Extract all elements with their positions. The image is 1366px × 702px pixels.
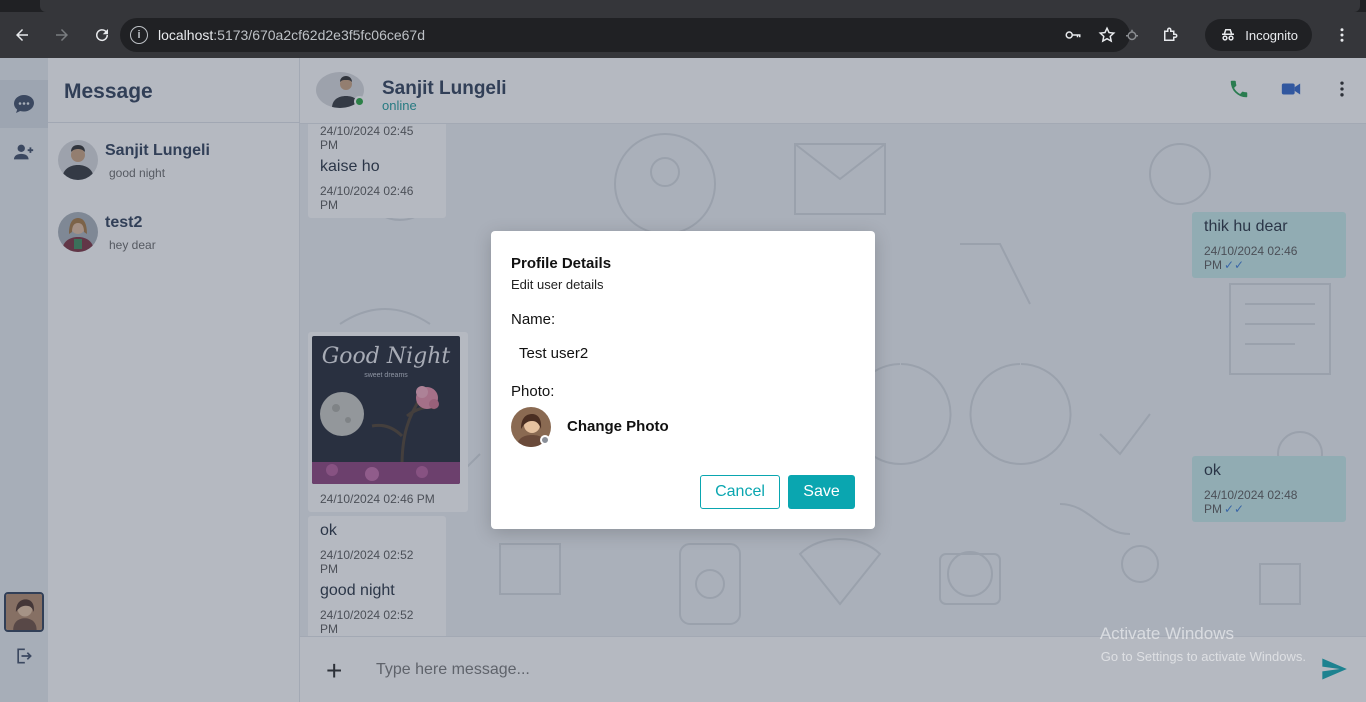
browser-tabstrip: [0, 0, 1366, 12]
key-icon[interactable]: [1064, 26, 1082, 44]
activation-watermark-title: Activate Windows: [1099, 624, 1234, 643]
modal-title: Profile Details: [511, 255, 612, 272]
forward-icon[interactable]: [44, 17, 80, 53]
name-input[interactable]: [511, 339, 855, 367]
modal-subtitle: Edit user details: [511, 277, 604, 292]
profile-details-modal: Profile Details Edit user details Name: …: [491, 231, 875, 529]
cancel-button[interactable]: Cancel: [700, 475, 780, 509]
reload-icon[interactable]: [84, 17, 120, 53]
extension-bug-icon[interactable]: [1123, 26, 1141, 44]
bookmark-star-icon[interactable]: [1098, 26, 1116, 44]
incognito-label: Incognito: [1245, 27, 1298, 43]
address-bar[interactable]: i localhost:5173/670a2cf62d2e3f5fc06ce67…: [120, 18, 1130, 52]
change-photo-button[interactable]: Change Photo: [567, 418, 669, 435]
incognito-icon: [1222, 29, 1235, 41]
url-host: localhost: [158, 27, 214, 43]
extensions-puzzle-icon[interactable]: [1161, 26, 1179, 44]
url-path: :5173/670a2cf62d2e3f5fc06ce67d: [213, 27, 426, 43]
activation-watermark-text: Go to Settings to activate Windows.: [1100, 649, 1306, 664]
url-text[interactable]: localhost:5173/670a2cf62d2e3f5fc06ce67d: [158, 27, 425, 43]
site-info-icon[interactable]: i: [130, 26, 148, 44]
browser-toolbar: i localhost:5173/670a2cf62d2e3f5fc06ce67…: [0, 12, 1366, 58]
name-label: Name:: [511, 311, 556, 328]
save-button[interactable]: Save: [788, 475, 855, 509]
photo-label: Photo:: [511, 383, 555, 400]
photo-status-dot: [540, 435, 550, 445]
active-tab[interactable]: [40, 0, 1360, 12]
incognito-button[interactable]: Incognito: [1205, 19, 1312, 51]
back-icon[interactable]: [4, 17, 40, 53]
browser-menu-icon[interactable]: [1324, 17, 1360, 53]
